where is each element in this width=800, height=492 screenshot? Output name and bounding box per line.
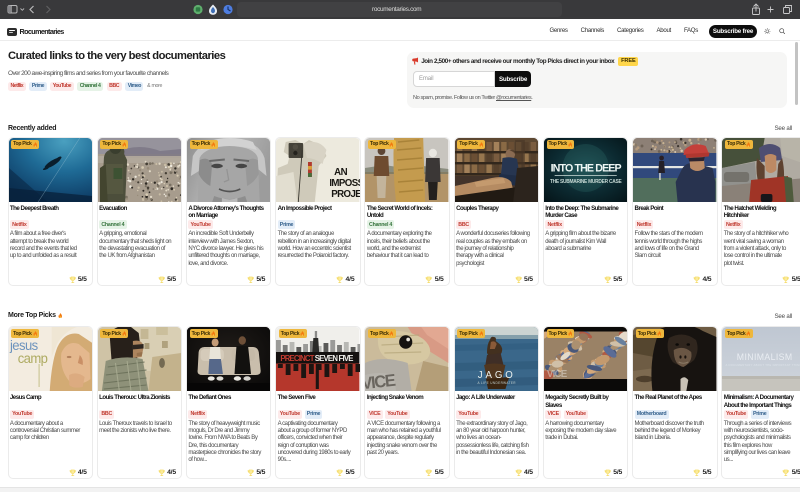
svg-text:THE SUBMARINE MURDER CASE: THE SUBMARINE MURDER CASE (550, 178, 622, 184)
svg-text:JAGO: JAGO (477, 370, 515, 381)
svg-text:IMPOSSI: IMPOSSI (330, 177, 360, 188)
svg-text:VICE: VICE (547, 369, 568, 380)
svg-text:A LIFE UNDERWATER: A LIFE UNDERWATER (477, 381, 516, 385)
svg-text:MINIMALISM: MINIMALISM (737, 352, 793, 362)
svg-text:SEVEN FIVE: SEVEN FIVE (315, 354, 353, 363)
svg-text:camp: camp (17, 351, 47, 366)
svg-text:PRECINCT: PRECINCT (281, 354, 315, 363)
svg-text:PROJEC: PROJEC (331, 188, 359, 199)
svg-text:VICE: VICE (365, 370, 397, 391)
svg-text:AN: AN (334, 166, 347, 177)
svg-text:INTO THE DEEP: INTO THE DEEP (550, 162, 621, 174)
svg-text:A DOCUMENTARY ABOUT THE IMPORT: A DOCUMENTARY ABOUT THE IMPORTANT THINGS (726, 363, 800, 367)
